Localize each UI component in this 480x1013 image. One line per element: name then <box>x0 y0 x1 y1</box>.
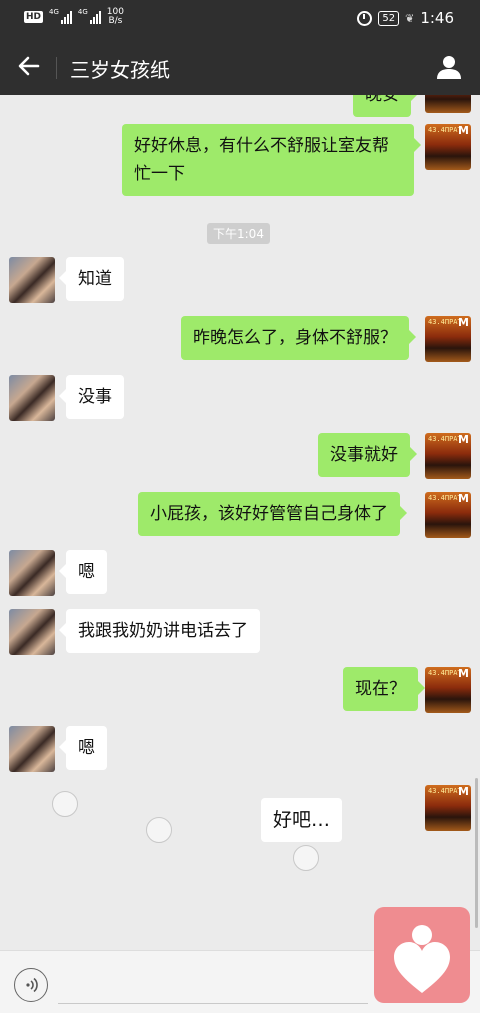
status-right: 52 ❦ 1:46 <box>357 9 454 27</box>
avatar-caption: 43.4ПРАТ <box>428 435 462 443</box>
avatar-letter: M <box>458 667 469 680</box>
avatar-caption: 43.4ПРАТ <box>428 494 462 502</box>
avatar-letter: M <box>458 316 469 329</box>
contact-avatar[interactable] <box>9 257 55 303</box>
my-avatar[interactable]: 43.4ПРАТM <box>425 433 471 479</box>
avatar-caption: 43.4ПРАТ <box>428 126 462 134</box>
header-divider <box>56 57 57 79</box>
avatar-caption: 43.4ПРАТ <box>428 787 462 795</box>
avatar-letter: M <box>458 785 469 798</box>
signal-icon <box>60 10 72 24</box>
network-type-1: 4G <box>49 8 59 16</box>
message-text: 知道 <box>78 269 112 289</box>
floating-heart-button[interactable] <box>374 907 470 1003</box>
contact-avatar[interactable] <box>9 726 55 772</box>
message-bubble-partial[interactable]: 晚安 <box>353 95 418 117</box>
message-text: 我跟我奶奶讲电话去了 <box>78 621 248 641</box>
message-bubble-theirs[interactable]: 没事 <box>59 375 124 419</box>
message-bubble-mine[interactable]: 好吧… <box>261 798 343 842</box>
message-text: 没事 <box>78 387 112 407</box>
person-icon[interactable] <box>436 54 462 80</box>
contact-avatar[interactable] <box>9 375 55 421</box>
message-text: 晚安 <box>365 95 399 105</box>
timestamp-divider: 下午1:04 <box>207 223 270 244</box>
message-text: 嗯 <box>78 738 95 758</box>
avatar-letter: M <box>458 433 469 446</box>
message-bubble-mine[interactable]: 小屁孩，该好好管管自己身体了 <box>138 492 407 536</box>
touch-ripple-ring <box>146 817 172 843</box>
status-time: 1:46 <box>420 9 454 27</box>
status-left: HD 4G 4G 100 B/s <box>24 8 124 26</box>
leaf-icon: ❦ <box>405 11 415 25</box>
back-arrow-icon[interactable] <box>16 53 42 79</box>
message-bubble-theirs[interactable]: 嗯 <box>59 726 107 770</box>
voice-input-button[interactable] <box>14 968 48 1002</box>
network-type-2: 4G <box>77 8 88 16</box>
message-text-line1: 好好休息，有什么不舒服让室友帮 <box>134 136 389 156</box>
avatar-letter: M <box>458 492 469 505</box>
message-text: 嗯 <box>78 562 95 582</box>
my-avatar[interactable]: 43.4ПРАТM <box>425 95 471 113</box>
touch-ripple-ring <box>52 791 78 817</box>
message-bubble-mine[interactable]: 现在？ <box>343 667 425 711</box>
network-speed: 100 B/s <box>107 8 124 26</box>
chat-title: 三岁女孩纸 <box>70 58 170 82</box>
message-text: 好吧… <box>273 809 331 831</box>
chat-header: 三岁女孩纸 <box>0 40 480 95</box>
message-bubble-theirs[interactable]: 知道 <box>59 257 124 301</box>
scrollbar-thumb[interactable] <box>475 778 478 928</box>
avatar-caption: 43.4ПРАТ <box>428 669 462 677</box>
my-avatar[interactable]: 43.4ПРАТM <box>425 316 471 362</box>
alarm-icon <box>357 10 373 26</box>
status-bar: HD 4G 4G 100 B/s 52 ❦ 1:46 <box>0 0 480 40</box>
message-text-line2: 忙一下 <box>134 164 185 184</box>
heart-icon <box>394 925 450 993</box>
my-avatar[interactable]: 43.4ПРАТM <box>425 667 471 713</box>
avatar-letter: M <box>458 124 469 137</box>
my-avatar[interactable]: 43.4ПРАТM <box>425 492 471 538</box>
voice-icon <box>26 977 38 993</box>
signal-icon-2 <box>89 10 101 24</box>
chat-message-list[interactable]: 晚安 43.4ПРАТM 好好休息，有什么不舒服让室友帮 忙一下 43.4ПРА… <box>0 95 480 950</box>
message-text: 没事就好 <box>330 445 398 465</box>
my-avatar[interactable]: 43.4ПРАТM <box>425 785 471 831</box>
message-bubble-mine[interactable]: 没事就好 <box>318 433 417 477</box>
contact-avatar[interactable] <box>9 609 55 655</box>
message-bubble-mine[interactable]: 好好休息，有什么不舒服让室友帮 忙一下 <box>122 124 421 196</box>
touch-ripple-ring <box>293 845 319 871</box>
message-text: 现在？ <box>355 679 406 699</box>
network-speed-unit: B/s <box>108 16 123 26</box>
contact-avatar[interactable] <box>9 550 55 596</box>
message-bubble-theirs[interactable]: 嗯 <box>59 550 107 594</box>
battery-indicator: 52 <box>378 10 400 26</box>
text-input-field[interactable] <box>58 1003 368 1004</box>
message-bubble-mine[interactable]: 昨晚怎么了，身体不舒服？ <box>181 316 416 360</box>
hd-badge: HD <box>24 11 44 23</box>
message-text: 昨晚怎么了，身体不舒服？ <box>193 328 397 348</box>
message-bubble-theirs[interactable]: 我跟我奶奶讲电话去了 <box>59 609 260 653</box>
my-avatar[interactable]: 43.4ПРАТM <box>425 124 471 170</box>
message-text: 小屁孩，该好好管管自己身体了 <box>150 504 388 524</box>
avatar-caption: 43.4ПРАТ <box>428 318 462 326</box>
